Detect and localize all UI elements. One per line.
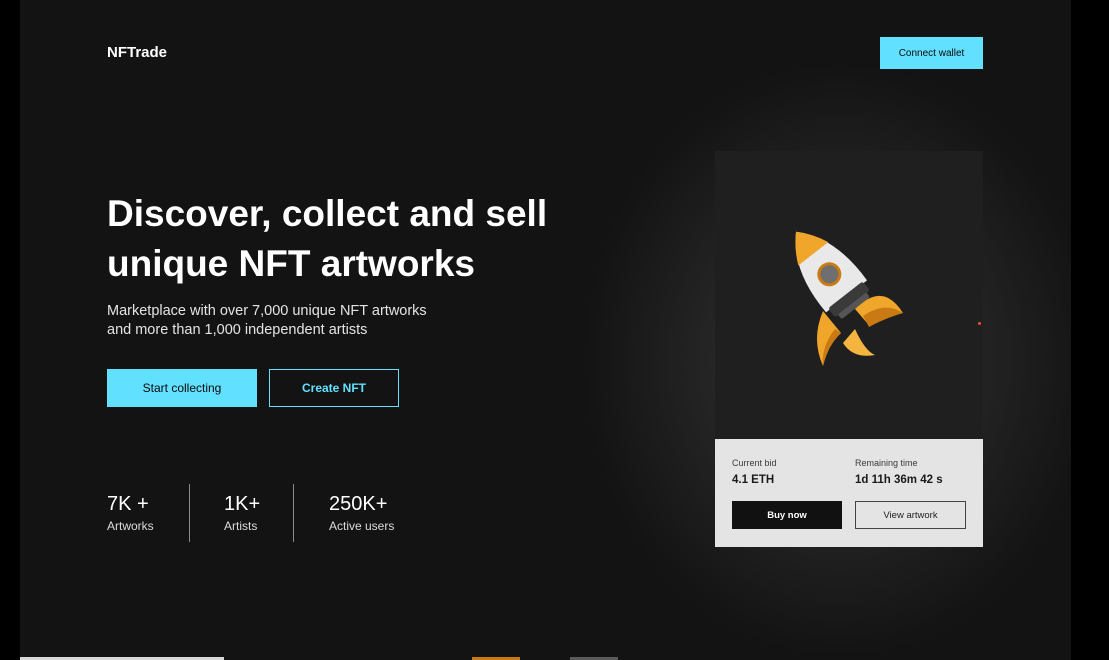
current-bid-label: Current bid xyxy=(732,458,777,468)
remaining-time-value: 1d 11h 36m 42 s xyxy=(855,474,943,486)
landing-page: NFTrade Connect wallet Discover, collect… xyxy=(20,0,1071,660)
stat-value: 250K+ xyxy=(329,493,388,515)
hero-subtitle: Marketplace with over 7,000 unique NFT a… xyxy=(107,303,427,338)
stat-artists: 1K+ Artists xyxy=(224,492,260,533)
hero-title: Discover, collect and sell unique NFT ar… xyxy=(107,193,548,284)
stat-label: Artists xyxy=(224,519,258,533)
stat-divider xyxy=(293,484,294,542)
nft-card-info: Current bid 4.1 ETH Remaining time 1d 11… xyxy=(715,439,983,547)
stat-artworks: 7K + Artworks xyxy=(107,492,154,533)
nft-card: Current bid 4.1 ETH Remaining time 1d 11… xyxy=(715,151,983,547)
nft-artwork-image[interactable] xyxy=(715,151,983,439)
connect-wallet-button[interactable]: Connect wallet xyxy=(880,37,983,69)
start-collecting-button[interactable]: Start collecting xyxy=(107,369,257,407)
stat-label: Active users xyxy=(329,519,395,533)
stat-value: 1K+ xyxy=(224,493,261,515)
create-nft-button[interactable]: Create NFT xyxy=(269,369,399,407)
remaining-time-label: Remaining time xyxy=(855,458,918,468)
stat-label: Artworks xyxy=(107,519,154,533)
buy-now-button[interactable]: Buy now xyxy=(732,501,842,529)
stat-value: 7K + xyxy=(107,493,149,515)
rocket-icon xyxy=(795,231,903,366)
carousel-indicator-dot[interactable] xyxy=(978,322,981,325)
stat-active-users: 250K+ Active users xyxy=(329,492,394,533)
view-artwork-button[interactable]: View artwork xyxy=(855,501,966,529)
logo[interactable]: NFTrade xyxy=(107,44,167,61)
current-bid-value: 4.1 ETH xyxy=(732,474,775,486)
stat-divider xyxy=(189,484,190,542)
